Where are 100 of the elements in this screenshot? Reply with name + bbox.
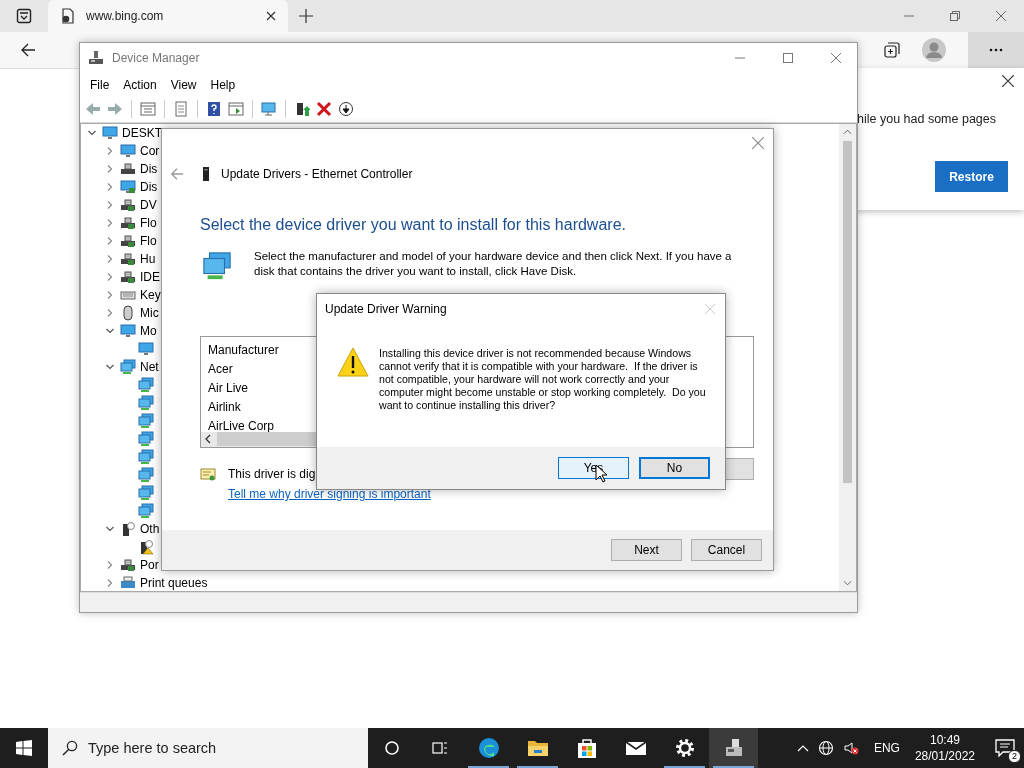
hid-icon	[120, 251, 136, 267]
back-icon[interactable]	[20, 42, 36, 58]
new-tab-icon[interactable]	[298, 8, 314, 24]
tree-label[interactable]: Key	[140, 288, 161, 302]
mouse-icon	[120, 305, 136, 321]
forward-icon[interactable]	[107, 101, 123, 117]
avatar-icon[interactable]	[922, 38, 946, 62]
restore-icon[interactable]	[950, 11, 960, 21]
search-field[interactable]: Type here to search	[48, 728, 368, 768]
tree-label[interactable]: Flo	[140, 234, 157, 248]
close-icon[interactable]	[266, 11, 276, 21]
chevron-icon[interactable]	[105, 560, 115, 570]
tree-label[interactable]: Mo	[140, 324, 157, 338]
controller-icon	[120, 269, 136, 285]
notification-badge: 2	[1008, 750, 1021, 763]
instruction-text: Select the manufacturer and model of your hardware device and then click Next. If you have a disk that contains the driver you want to install, click Have Disk.	[254, 249, 733, 279]
dialog-title: Update Driver Warning	[325, 302, 447, 316]
network-icon	[138, 467, 154, 483]
chevron-icon[interactable]	[105, 254, 115, 264]
tree-label[interactable]: Hu	[140, 252, 156, 266]
unknown-device-icon	[120, 521, 136, 537]
list-view-icon[interactable]	[140, 101, 156, 117]
speaker-muted-icon[interactable]	[842, 740, 859, 756]
chevron-icon[interactable]	[105, 146, 115, 156]
restore-button[interactable]: Restore	[935, 161, 1008, 192]
close-icon[interactable]	[1002, 75, 1014, 87]
network-icon	[138, 449, 154, 465]
language-indicator[interactable]: ENG	[873, 741, 900, 755]
help-icon[interactable]	[206, 101, 222, 117]
collections-icon[interactable]	[884, 42, 900, 58]
window-title: Device Manager	[112, 51, 200, 65]
tab-actions-icon[interactable]	[16, 8, 32, 24]
dialog-title: Update Drivers - Ethernet Controller	[221, 167, 413, 181]
windows-icon	[16, 740, 32, 756]
browser-tab[interactable]: www.bing.com	[48, 0, 288, 32]
chevron-icon[interactable]	[105, 200, 115, 210]
dialog-button[interactable]: Next	[611, 539, 682, 561]
chevron-icon[interactable]	[105, 236, 115, 246]
menu-item[interactable]: Action	[123, 77, 157, 92]
tree-label[interactable]: Dis	[140, 162, 158, 176]
network-icon	[138, 503, 154, 519]
monitor-icon	[138, 341, 154, 357]
chevron-icon[interactable]	[105, 182, 115, 192]
globe-icon[interactable]	[817, 740, 834, 756]
display-icon	[120, 179, 136, 195]
download-icon[interactable]	[338, 101, 354, 117]
task-view-icon	[432, 740, 448, 756]
delete-icon[interactable]	[316, 101, 332, 117]
window-icon[interactable]	[228, 101, 244, 117]
tree-label[interactable]: IDE	[140, 270, 160, 284]
banner-text: hile you had some pages	[857, 112, 996, 126]
chevron-icon[interactable]	[105, 578, 115, 588]
tree-label[interactable]: Cor	[140, 144, 160, 158]
tree-label[interactable]: Net	[140, 360, 159, 374]
settings-icon	[673, 737, 696, 759]
tree-label[interactable]: Dis	[140, 180, 158, 194]
dvd-drive-icon	[120, 197, 136, 213]
tree-label[interactable]: Oth	[140, 522, 160, 536]
maximize-icon[interactable]	[783, 53, 793, 63]
tree-label[interactable]: Mic	[140, 306, 159, 320]
chevron-icon[interactable]	[105, 362, 115, 372]
browser-icon	[477, 737, 500, 759]
dialog-button[interactable]: No	[639, 457, 710, 479]
chevron-icon[interactable]	[105, 524, 115, 534]
dialog-button[interactable]: Cancel	[691, 539, 762, 561]
chevron-icon[interactable]	[87, 128, 97, 138]
chevron-icon[interactable]	[105, 164, 115, 174]
menu-item[interactable]: View	[170, 77, 197, 92]
tree-label[interactable]: DESKT	[122, 126, 162, 140]
chevron-icon[interactable]	[105, 326, 115, 336]
disk-drive-icon	[120, 161, 136, 177]
scroll-up-icon[interactable]	[843, 129, 852, 135]
driver-signing-link[interactable]: Tell me why driver signing is important	[228, 487, 431, 501]
tree-label[interactable]: Print queues	[140, 576, 208, 590]
warning-icon	[337, 347, 369, 377]
menu-item[interactable]: File	[90, 77, 110, 92]
search-icon	[62, 740, 78, 756]
chevron-icon[interactable]	[105, 290, 115, 300]
floppy-drive-icon	[120, 215, 136, 231]
notifications-icon[interactable]	[994, 737, 1016, 759]
update-driver-icon[interactable]	[294, 101, 310, 117]
port-icon	[120, 557, 136, 573]
chevron-icon[interactable]	[105, 218, 115, 228]
scan-monitor-icon[interactable]	[261, 101, 277, 117]
chevron-icon[interactable]	[105, 308, 115, 318]
scroll-left-icon[interactable]	[205, 434, 211, 445]
circle-icon	[384, 740, 400, 756]
page-icon	[60, 8, 76, 24]
tree-label[interactable]: Flo	[140, 216, 157, 230]
printer-icon	[120, 575, 136, 591]
clock[interactable]: 10:49 28/01/2022	[914, 732, 975, 764]
menu-item[interactable]: Help	[210, 77, 236, 92]
scrollbar[interactable]	[839, 124, 856, 591]
taskbar-app[interactable]	[709, 728, 758, 768]
scroll-down-icon[interactable]	[843, 580, 852, 586]
network-icon	[120, 359, 136, 375]
chevron-icon[interactable]	[105, 272, 115, 282]
certificate-icon	[200, 466, 216, 482]
tree-label[interactable]: DV	[140, 198, 157, 212]
tree-label[interactable]: Por	[140, 558, 159, 572]
